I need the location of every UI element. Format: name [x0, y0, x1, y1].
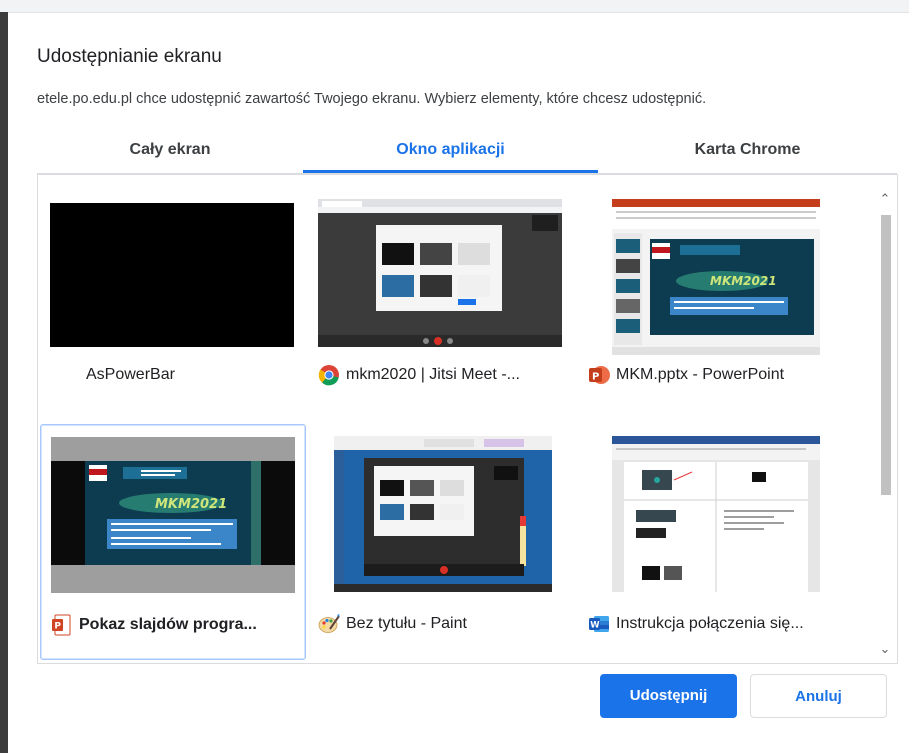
tab-entire-screen[interactable]: Cały ekran [37, 135, 303, 173]
window-left-edge [0, 12, 8, 753]
window-label: MKM.pptx - PowerPoint [616, 366, 785, 383]
window-thumbnail [318, 199, 562, 347]
chevron-up-icon[interactable]: ⌃ [873, 189, 897, 209]
window-thumbnail [334, 436, 552, 592]
screen-share-dialog: Udostępnianie ekranu etele.po.edu.pl chc… [8, 13, 909, 753]
window-item-jitsi[interactable]: mkm2020 | Jitsi Meet -... [308, 175, 574, 411]
chevron-down-icon[interactable]: ⌄ [873, 639, 897, 659]
window-label: Pokaz slajdów progra... [79, 616, 257, 633]
window-label-row: W Instrukcja połączenia się... [588, 612, 838, 636]
thumbnail-slide-title: MKM2021 [155, 497, 227, 512]
window-thumbnail: MKM2021 [612, 199, 820, 355]
window-label: Bez tytułu - Paint [346, 615, 467, 632]
tab-chrome-tab[interactable]: Karta Chrome [598, 135, 897, 173]
window-label: Instrukcja połączenia się... [616, 615, 804, 632]
window-grid: AsPowerBar mkm2020 | Jitsi Meet -... MKM… [37, 174, 898, 664]
window-label-row: mkm2020 | Jitsi Meet -... [318, 363, 568, 387]
dialog-subtitle: etele.po.edu.pl chce udostępnić zawartoś… [37, 91, 707, 107]
window-item-slideshow[interactable]: MKM2021 P Pokaz slajdów progra... [40, 424, 306, 660]
share-button[interactable]: Udostępnij [600, 674, 737, 718]
powerpoint-slideshow-icon: P [52, 614, 71, 636]
thumbnail-slide-title: MKM2021 [710, 274, 777, 288]
window-item-powerpoint[interactable]: MKM2021 P MKM.pptx - PowerPoint [578, 175, 844, 411]
window-label-row: Bez tytułu - Paint [318, 612, 568, 636]
window-thumbnail: MKM2021 [51, 437, 295, 593]
window-item-paint[interactable]: Bez tytułu - Paint [308, 424, 574, 660]
paint-icon [318, 614, 340, 633]
screen-frame: Udostępnianie ekranu etele.po.edu.pl chc… [0, 0, 909, 753]
grid-scrollbar[interactable]: ⌃ ⌄ [873, 175, 897, 663]
tab-application-window[interactable]: Okno aplikacji [303, 135, 598, 173]
scrollbar-thumb[interactable] [881, 215, 891, 495]
svg-text:P: P [54, 622, 61, 632]
window-label: AsPowerBar [86, 366, 175, 383]
source-tabs: Cały ekran Okno aplikacji Karta Chrome [37, 135, 897, 174]
window-label: mkm2020 | Jitsi Meet -... [346, 366, 520, 383]
dialog-title: Udostępnianie ekranu [37, 46, 222, 67]
svg-text:W: W [590, 621, 600, 631]
powerpoint-icon: P [589, 366, 610, 384]
svg-text:P: P [592, 372, 599, 383]
word-icon: W [589, 616, 609, 632]
window-item-aspowerbar[interactable]: AsPowerBar [40, 175, 306, 411]
browser-top-strip [0, 0, 909, 13]
window-label-row: P Pokaz slajdów progra... [51, 613, 301, 637]
window-thumbnail [612, 436, 820, 592]
window-item-word[interactable]: W Instrukcja połączenia się... [578, 424, 844, 660]
window-label-row: P MKM.pptx - PowerPoint [588, 363, 838, 387]
cancel-button[interactable]: Anuluj [750, 674, 887, 718]
chrome-icon [318, 365, 339, 386]
window-thumbnail [50, 203, 294, 347]
